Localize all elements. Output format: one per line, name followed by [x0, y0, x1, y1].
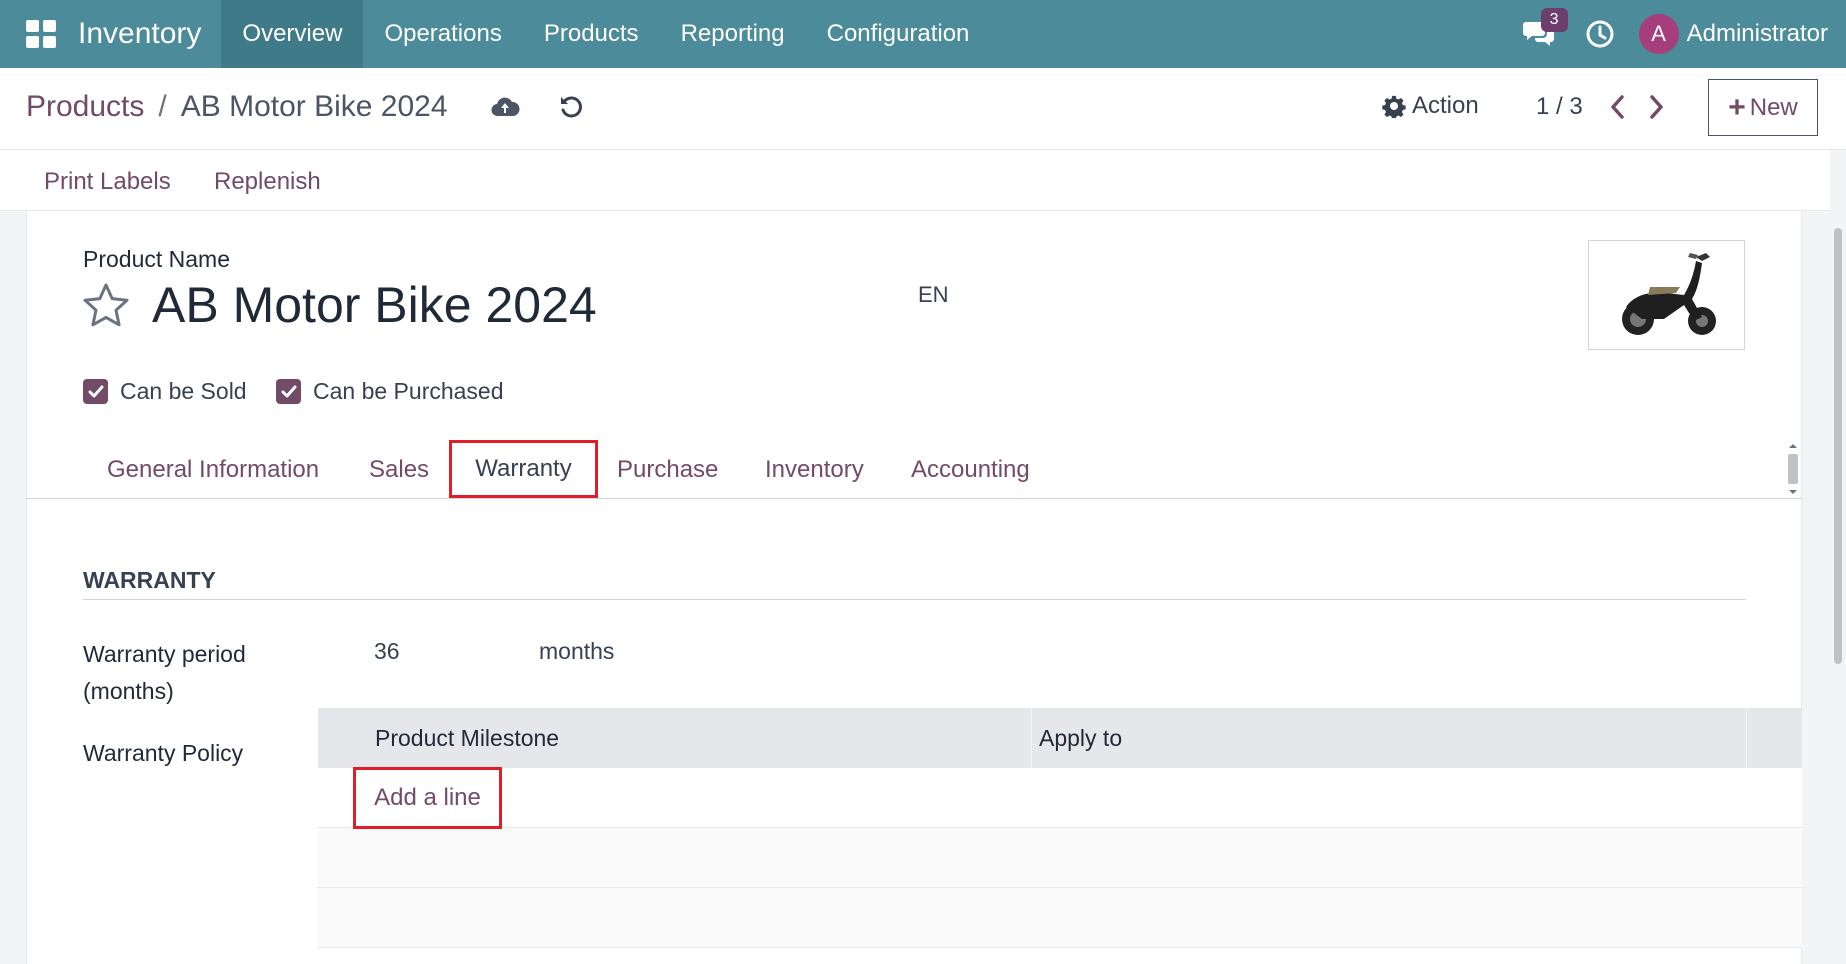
- can-be-purchased-checkbox[interactable]: Can be Purchased: [276, 378, 504, 405]
- avatar[interactable]: A: [1638, 14, 1679, 54]
- warranty-policy-label: Warranty Policy: [83, 740, 244, 766]
- chevron-right-icon[interactable]: [1646, 94, 1666, 120]
- tab-accounting[interactable]: Accounting: [911, 456, 1030, 484]
- nav-reporting[interactable]: Reporting: [660, 0, 806, 68]
- action-label: Action: [1412, 92, 1479, 119]
- tab-warranty[interactable]: Warranty: [449, 440, 598, 498]
- chevron-left-icon[interactable]: [1608, 94, 1628, 120]
- can-be-sold-checkbox[interactable]: Can be Sold: [83, 378, 247, 405]
- apps-menu-icon[interactable]: [26, 20, 58, 48]
- product-name-label: Product Name: [83, 246, 231, 272]
- tab-inventory[interactable]: Inventory: [765, 456, 864, 484]
- warranty-period-unit: months: [539, 638, 615, 664]
- checkbox-checked-icon: [276, 379, 301, 404]
- can-be-sold-label: Can be Sold: [120, 378, 247, 404]
- plus-icon: +: [1728, 90, 1746, 124]
- replenish-button[interactable]: Replenish: [214, 168, 321, 196]
- control-panel: Products / AB Motor Bike 2024 Action 1 /…: [0, 68, 1846, 150]
- language-button[interactable]: EN: [918, 282, 949, 308]
- page-scrollbar-thumb[interactable]: [1834, 228, 1842, 664]
- user-name[interactable]: Administrator: [1687, 20, 1828, 48]
- column-divider: [1031, 708, 1032, 768]
- product-name-field[interactable]: AB Motor Bike 2024: [152, 276, 597, 334]
- messages-button[interactable]: 3: [1509, 0, 1569, 68]
- nav-products[interactable]: Products: [523, 0, 660, 68]
- breadcrumb-separator: /: [158, 90, 167, 123]
- table-row: [318, 828, 1802, 888]
- messages-badge: 3: [1540, 8, 1568, 32]
- section-divider: [83, 599, 1746, 600]
- breadcrumb: Products / AB Motor Bike 2024: [26, 90, 448, 124]
- product-image[interactable]: [1588, 240, 1745, 350]
- new-button[interactable]: + New: [1708, 79, 1818, 136]
- table-header: Product Milestone Apply to: [318, 708, 1802, 768]
- button-box: Print Labels Replenish: [0, 150, 1846, 211]
- tabs-scrollbar[interactable]: [1786, 440, 1800, 498]
- pager-value[interactable]: 1 / 3: [1536, 93, 1583, 121]
- new-label: New: [1749, 93, 1798, 121]
- warranty-section-title: WARRANTY: [83, 567, 216, 593]
- add-a-line-button[interactable]: Add a line: [353, 767, 502, 829]
- tab-purchase[interactable]: Purchase: [617, 456, 718, 484]
- notebook-tabs: General Information Sales Purchase Inven…: [26, 437, 1802, 499]
- can-be-purchased-label: Can be Purchased: [313, 378, 504, 404]
- clock-icon[interactable]: [1585, 19, 1615, 49]
- nav-operations[interactable]: Operations: [363, 0, 522, 68]
- nav-configuration[interactable]: Configuration: [806, 0, 991, 68]
- star-icon[interactable]: [82, 282, 130, 328]
- column-product-milestone[interactable]: Product Milestone: [375, 725, 559, 752]
- action-button[interactable]: Action: [1382, 92, 1479, 120]
- checkbox-checked-icon: [83, 379, 108, 404]
- top-navbar: Inventory Overview Operations Products R…: [0, 0, 1846, 68]
- column-divider: [1746, 708, 1747, 768]
- breadcrumb-parent[interactable]: Products: [26, 90, 144, 124]
- cloud-upload-icon[interactable]: [490, 94, 520, 120]
- tab-sales[interactable]: Sales: [369, 456, 429, 484]
- column-apply-to[interactable]: Apply to: [1039, 725, 1122, 752]
- table-row: [318, 768, 1802, 828]
- table-row: [318, 888, 1802, 948]
- tab-general-information[interactable]: General Information: [107, 456, 319, 484]
- breadcrumb-current: AB Motor Bike 2024: [180, 90, 448, 123]
- gear-icon: [1382, 95, 1406, 118]
- app-name[interactable]: Inventory: [78, 17, 201, 51]
- warranty-period-label: Warranty period (months): [83, 641, 246, 704]
- discard-icon[interactable]: [558, 94, 584, 120]
- motorbike-icon: [1621, 253, 1716, 335]
- print-labels-button[interactable]: Print Labels: [44, 168, 171, 196]
- nav-overview[interactable]: Overview: [221, 0, 364, 68]
- warranty-period-input[interactable]: 36: [374, 638, 400, 665]
